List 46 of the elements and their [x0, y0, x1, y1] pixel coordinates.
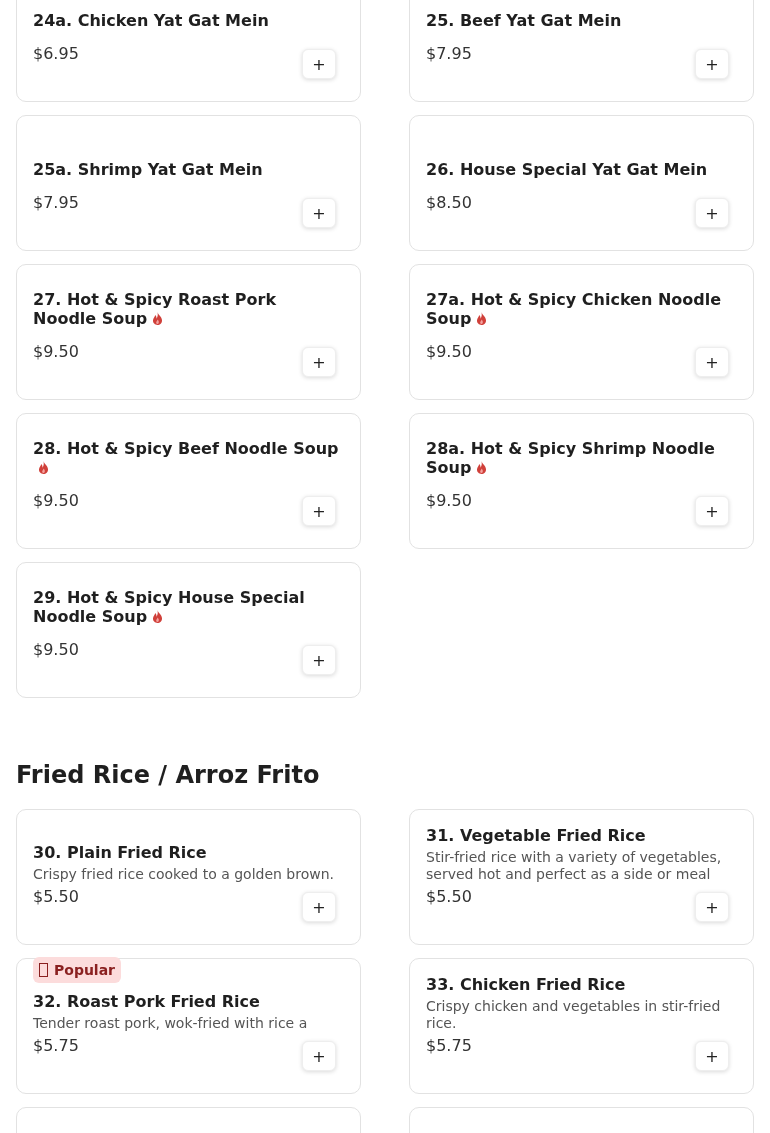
item-name: 27. Hot & Spicy Roast Pork Noodle Soup	[33, 290, 278, 328]
item-name: 29. Hot & Spicy House Special Noodle Soup	[33, 588, 306, 626]
item-price: $5.50	[33, 887, 79, 907]
item-price: $7.95	[426, 44, 472, 64]
item-name: 26. House Special Yat Gat Mein	[426, 160, 709, 179]
item-name: 27a. Hot & Spicy Chicken Noodle Soup	[426, 290, 723, 328]
section-heading: Fried Rice / Arroz Frito	[16, 760, 321, 790]
item-price: $9.50	[33, 342, 79, 362]
item-price: $9.50	[426, 342, 472, 362]
item-description: Stir-fried rice with a variety of vegetables, served hot and perfect as a side or meal	[426, 849, 723, 883]
add-button[interactable]: +	[695, 1041, 729, 1071]
add-button[interactable]: +	[302, 1041, 336, 1071]
add-button[interactable]: +	[302, 496, 336, 526]
add-button[interactable]: +	[695, 198, 729, 228]
item-name: 28. Hot & Spicy Beef Noodle Soup	[33, 439, 344, 477]
item-description: Crispy chicken and vegetables in stir-fried rice.	[426, 998, 722, 1032]
item-name: 25a. Shrimp Yat Gat Mein	[33, 160, 264, 179]
add-button[interactable]: +	[695, 49, 729, 79]
item-price: $9.50	[426, 491, 472, 511]
placeholder-glyph-icon	[39, 963, 48, 977]
item-price: $9.50	[33, 491, 79, 511]
item-name: 24a. Chicken Yat Gat Mein	[33, 11, 270, 30]
add-button[interactable]: +	[695, 347, 729, 377]
item-price: $7.95	[33, 193, 79, 213]
add-button[interactable]: +	[302, 645, 336, 675]
item-price: $5.75	[426, 1036, 472, 1056]
add-button[interactable]: +	[695, 892, 729, 922]
add-button[interactable]: +	[302, 198, 336, 228]
item-name: 28a. Hot & Spicy Shrimp Noodle Soup	[426, 439, 716, 477]
add-button[interactable]: +	[302, 347, 336, 377]
item-price: $6.95	[33, 44, 79, 64]
item-name: 30. Plain Fried Rice	[33, 843, 208, 862]
add-button[interactable]: +	[302, 892, 336, 922]
item-description: Crispy fried rice cooked to a golden brown.	[33, 866, 336, 883]
badge-label: Popular	[54, 961, 116, 979]
add-button[interactable]: +	[695, 496, 729, 526]
item-name: 32. Roast Pork Fried Rice	[33, 992, 261, 1011]
item-price: $5.50	[426, 887, 472, 907]
item-price: $9.50	[33, 640, 79, 660]
item-price: $5.75	[33, 1036, 79, 1056]
item-name: 25. Beef Yat Gat Mein	[426, 11, 623, 30]
item-description: Tender roast pork, wok-fried with rice a	[33, 1015, 309, 1032]
item-price: $8.50	[426, 193, 472, 213]
item-name: 33. Chicken Fried Rice	[426, 975, 627, 994]
item-name: 31. Vegetable Fried Rice	[426, 826, 647, 845]
add-button[interactable]: +	[302, 49, 336, 79]
